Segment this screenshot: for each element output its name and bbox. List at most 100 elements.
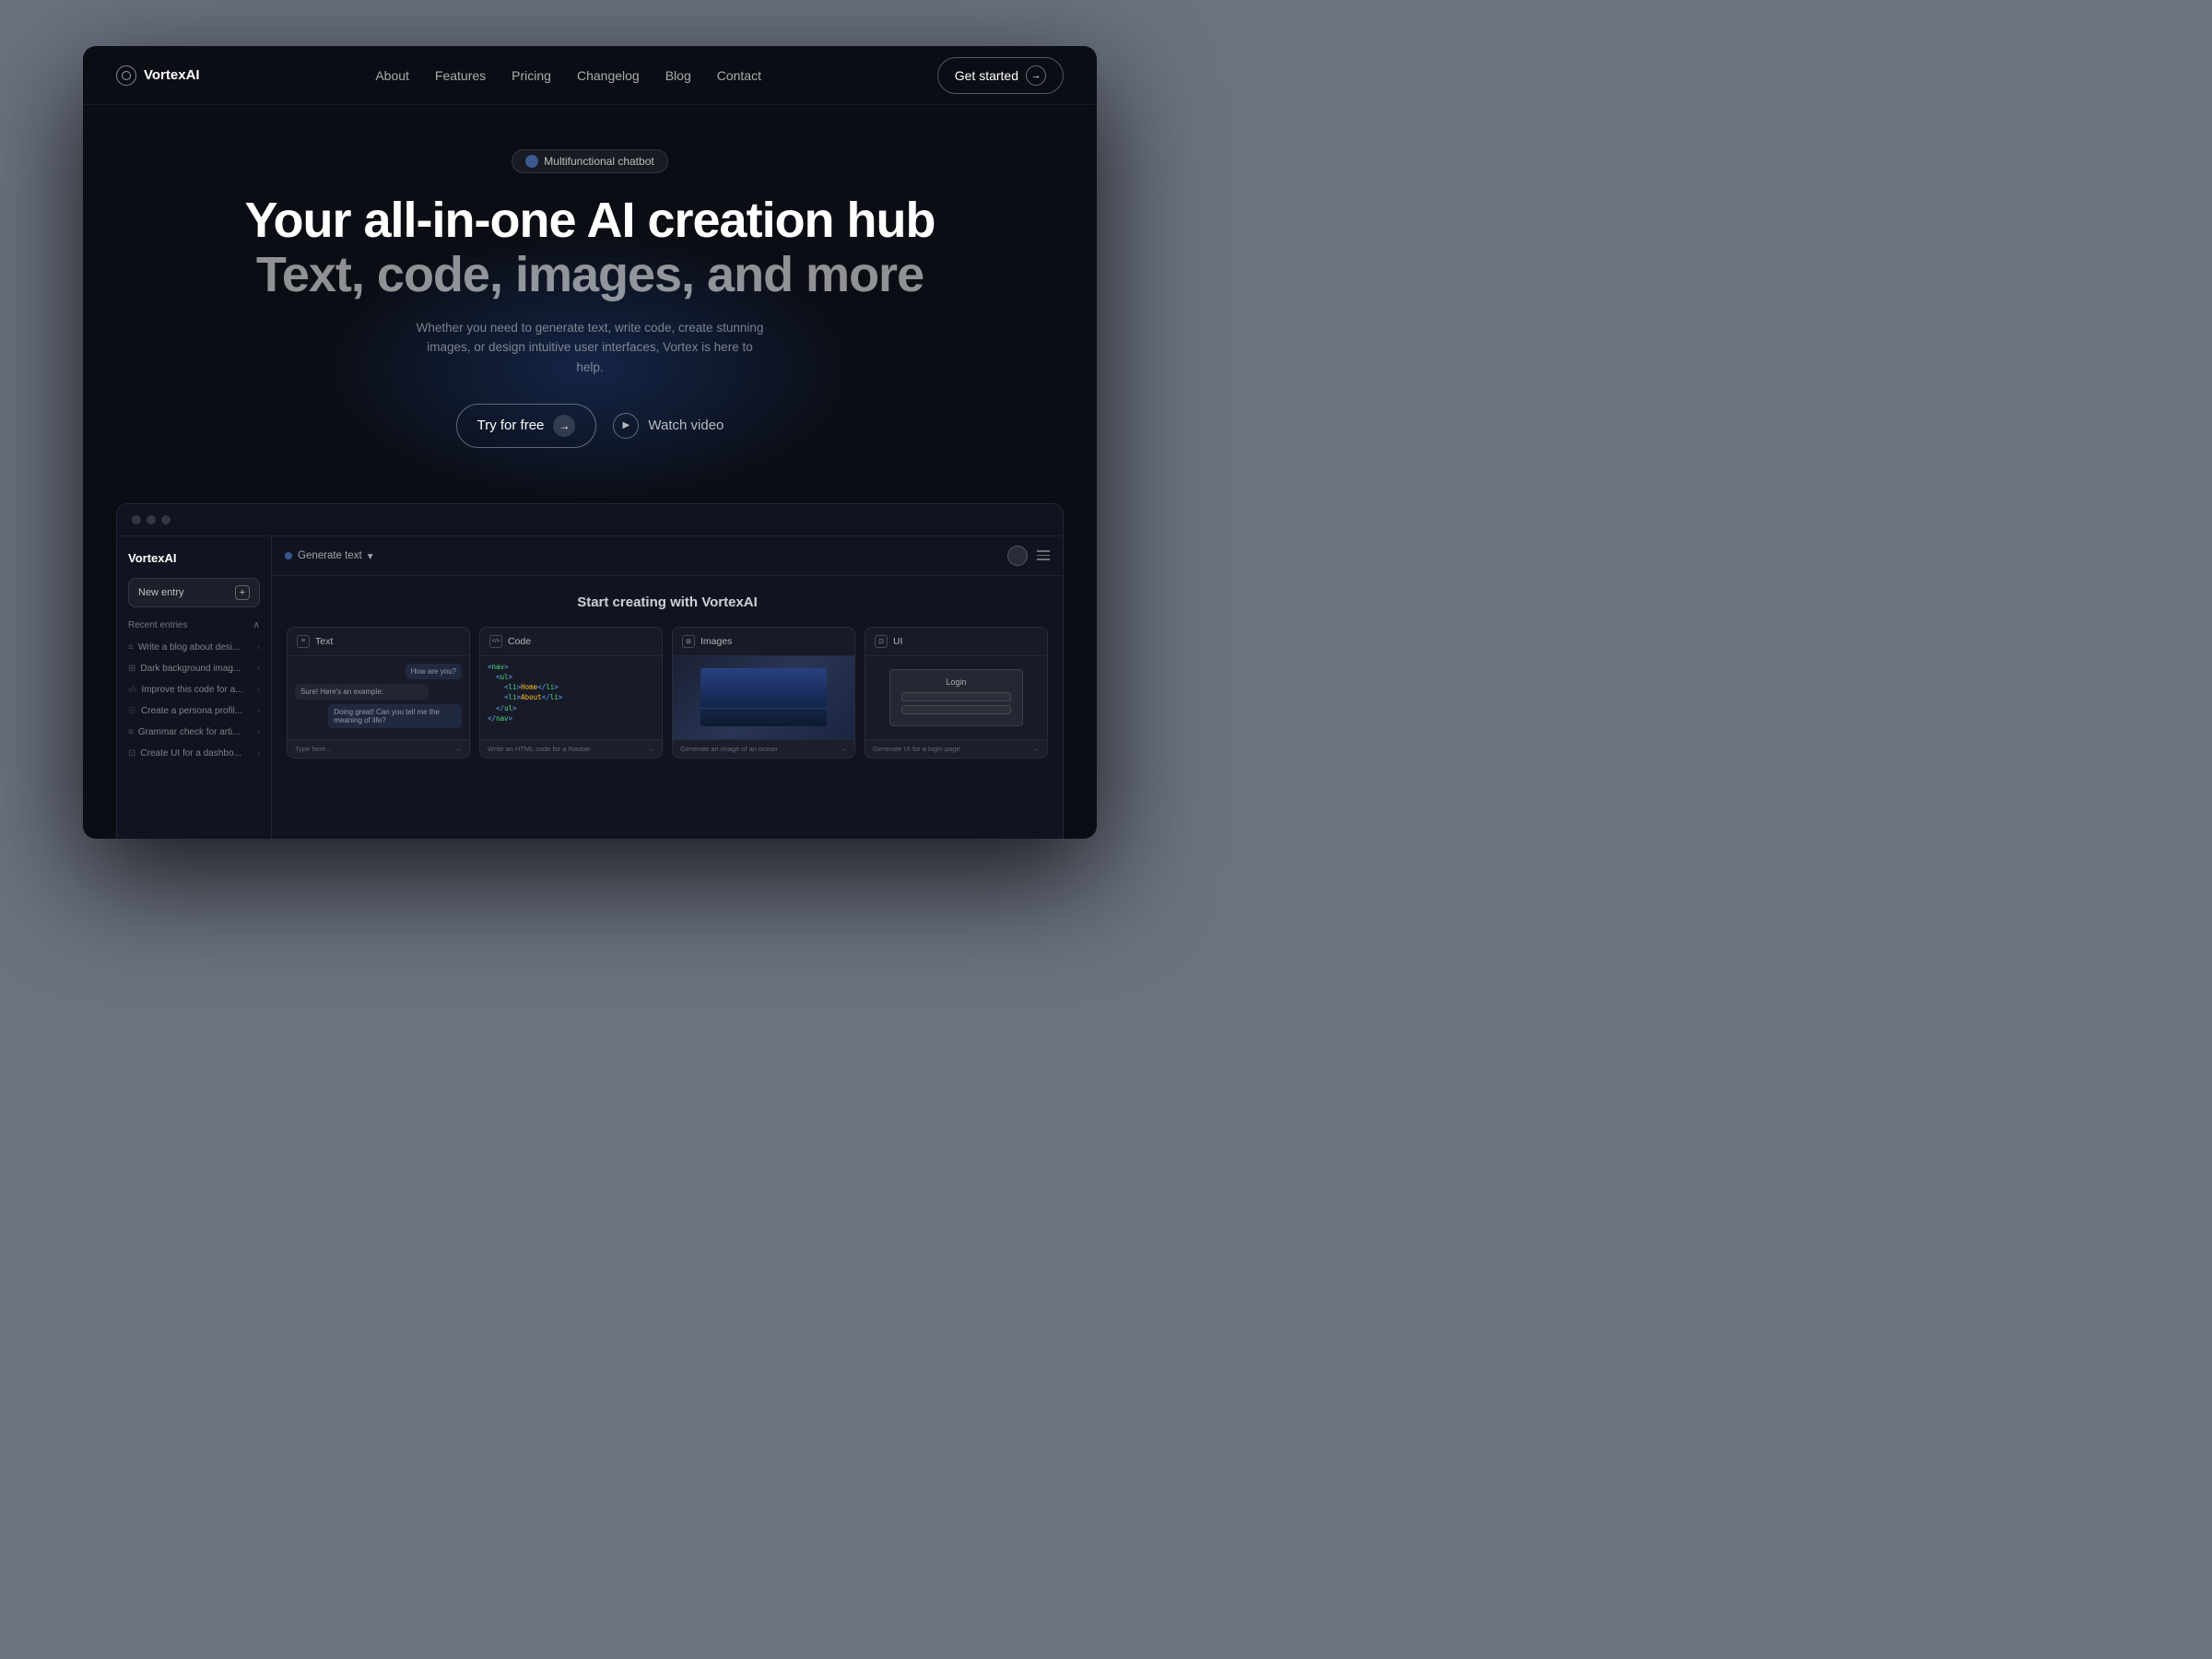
image-horizon xyxy=(700,708,828,709)
text-card-label: Text xyxy=(315,636,333,647)
chat-msg-user: How are you? xyxy=(406,664,462,679)
recent-item-text-1: Dark background imag... xyxy=(140,664,257,674)
generate-text-dot xyxy=(285,552,292,559)
hero-title-sub: Text, code, images, and more xyxy=(120,248,1060,302)
app-content: Start creating with VortexAI ≡ Text How … xyxy=(272,576,1063,839)
menu-line-2 xyxy=(1037,555,1050,557)
recent-item-text-5: Create UI for a dashbo... xyxy=(140,748,257,759)
ui-card-send-icon: → xyxy=(1032,745,1040,753)
code-card: </> Code <nav> <ul> <li>Home</li> <li>Ab… xyxy=(479,627,663,759)
app-main: Generate text ▾ Start creating wi xyxy=(272,536,1063,839)
recent-item[interactable]: ⊞ Dark background imag... › xyxy=(128,661,260,677)
app-body: VortexAI New entry + Recent entries ∧ ≡ … xyxy=(117,536,1063,839)
new-entry-button[interactable]: New entry + xyxy=(128,578,260,607)
ui-card-footer[interactable]: Generate UI for a login page → xyxy=(865,739,1047,758)
images-card-send-icon: → xyxy=(840,745,847,753)
browser-window: VortexAI About Features Pricing Changelo… xyxy=(83,46,1097,839)
menu-icon[interactable] xyxy=(1037,550,1050,560)
recent-item-icon-2: ‹/› xyxy=(128,685,136,695)
code-card-body: <nav> <ul> <li>Home</li> <li>About</li> … xyxy=(480,656,662,739)
ui-card-placeholder: Generate UI for a login page xyxy=(873,745,1029,753)
menu-line-3 xyxy=(1037,559,1050,560)
start-title: Start creating with VortexAI xyxy=(287,594,1048,610)
login-title: Login xyxy=(901,677,1011,687)
recent-item-text-3: Create a persona profil... xyxy=(141,706,257,716)
ui-card-body: Login xyxy=(865,656,1047,739)
code-card-label: Code xyxy=(508,636,531,647)
hero-badge: Multifunctional chatbot xyxy=(512,149,667,173)
text-card-footer[interactable]: Type here... → xyxy=(288,739,469,758)
try-free-button[interactable]: Try for free → xyxy=(456,404,597,448)
app-preview: VortexAI New entry + Recent entries ∧ ≡ … xyxy=(116,503,1064,839)
nav-links: About Features Pricing Changelog Blog Co… xyxy=(375,68,761,83)
nav-pricing[interactable]: Pricing xyxy=(512,68,551,83)
watch-video-button[interactable]: ▶ Watch video xyxy=(613,413,724,439)
generate-text-label: Generate text xyxy=(298,550,362,561)
text-card-header: ≡ Text xyxy=(288,628,469,656)
app-topbar: Generate text ▾ xyxy=(272,536,1063,576)
login-input-email xyxy=(901,692,1011,701)
images-card-body xyxy=(673,656,854,739)
images-card-placeholder: Generate an image of an ocean xyxy=(680,745,836,753)
get-started-button[interactable]: Get started → xyxy=(937,57,1064,94)
topbar-actions xyxy=(1007,546,1050,566)
hero-title-main: Your all-in-one AI creation hub xyxy=(120,194,1060,248)
code-card-icon: </> xyxy=(489,635,502,648)
recent-item[interactable]: ≡ Write a blog about desi... › xyxy=(128,640,260,655)
code-card-send-icon: → xyxy=(647,745,654,753)
app-titlebar xyxy=(117,504,1063,536)
plus-icon: + xyxy=(235,585,250,600)
recent-item-icon-0: ≡ xyxy=(128,642,134,653)
recent-item[interactable]: ⊡ Create UI for a dashbo... › xyxy=(128,746,260,761)
hero-section: Multifunctional chatbot Your all-in-one … xyxy=(83,105,1097,477)
recent-item-arrow-5: › xyxy=(257,748,260,758)
recent-item[interactable]: ≡ Grammar check for arti... › xyxy=(128,724,260,740)
badge-text: Multifunctional chatbot xyxy=(544,155,653,168)
logo-text: VortexAI xyxy=(144,67,200,83)
image-placeholder xyxy=(673,656,854,739)
ui-card-icon: ⊡ xyxy=(875,635,888,648)
play-icon: ▶ xyxy=(613,413,639,439)
nav-contact[interactable]: Contact xyxy=(717,68,761,83)
text-card-send-icon: → xyxy=(454,745,462,753)
recent-item[interactable]: ☉ Create a persona profil... › xyxy=(128,703,260,719)
user-avatar[interactable] xyxy=(1007,546,1028,566)
dot-red xyxy=(132,515,141,524)
generate-text-tab[interactable]: Generate text ▾ xyxy=(285,549,372,562)
recent-item[interactable]: ‹/› Improve this code for a... › xyxy=(128,682,260,698)
chat-preview: How are you? Sure! Here's an example: Do… xyxy=(288,656,469,739)
logo: VortexAI xyxy=(116,65,200,86)
nav-about[interactable]: About xyxy=(375,68,409,83)
nav-blog[interactable]: Blog xyxy=(665,68,691,83)
recent-item-text-0: Write a blog about desi... xyxy=(138,642,257,653)
code-card-footer[interactable]: Write an HTML code for a Navbar → xyxy=(480,739,662,758)
text-card-icon: ≡ xyxy=(297,635,310,648)
nav-changelog[interactable]: Changelog xyxy=(577,68,640,83)
images-preview xyxy=(673,656,854,739)
images-card-icon: ⊞ xyxy=(682,635,695,648)
try-free-arrow-icon: → xyxy=(553,415,575,437)
image-inner xyxy=(700,668,828,726)
chevron-down-icon: ▾ xyxy=(368,549,373,562)
ui-card-label: UI xyxy=(893,636,903,647)
text-card-placeholder: Type here... xyxy=(295,745,451,753)
recent-item-arrow-3: › xyxy=(257,706,260,715)
app-sidebar: VortexAI New entry + Recent entries ∧ ≡ … xyxy=(117,536,272,839)
recent-item-arrow-2: › xyxy=(257,685,260,694)
dot-green xyxy=(161,515,171,524)
recent-item-icon-5: ⊡ xyxy=(128,748,135,759)
try-free-label: Try for free xyxy=(477,418,545,433)
nav-features[interactable]: Features xyxy=(435,68,486,83)
images-card-header: ⊞ Images xyxy=(673,628,854,656)
recent-item-icon-3: ☉ xyxy=(128,706,136,716)
dot-yellow xyxy=(147,515,156,524)
navbar: VortexAI About Features Pricing Changelo… xyxy=(83,46,1097,105)
recent-item-text-4: Grammar check for arti... xyxy=(138,727,257,737)
badge-icon xyxy=(525,155,538,168)
get-started-arrow-icon: → xyxy=(1026,65,1046,86)
feature-cards-grid: ≡ Text How are you? Sure! Here's an exam… xyxy=(287,627,1048,759)
text-card-body: How are you? Sure! Here's an example: Do… xyxy=(288,656,469,739)
login-box: Login xyxy=(889,669,1023,726)
images-card-footer[interactable]: Generate an image of an ocean → xyxy=(673,739,854,758)
recent-item-text-2: Improve this code for a... xyxy=(141,685,257,695)
